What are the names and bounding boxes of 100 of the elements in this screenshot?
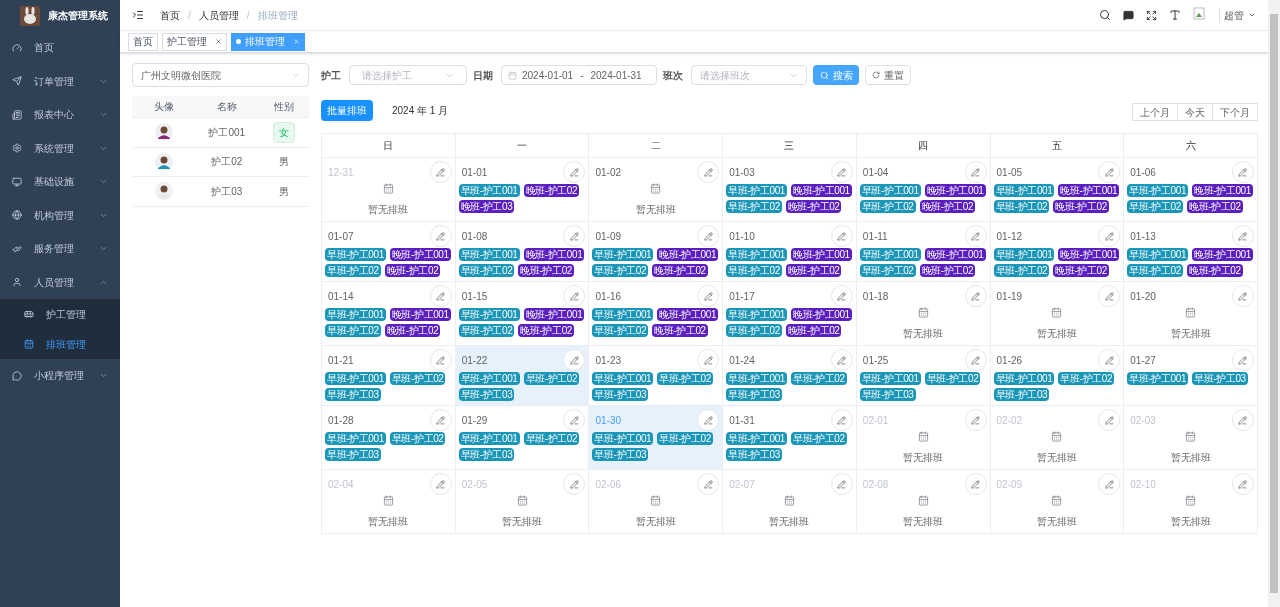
edit-button[interactable] [563,225,586,247]
edit-button[interactable] [697,409,720,431]
edit-button[interactable] [563,285,586,307]
date-range-field[interactable]: 2024-01-01 - 2024-01-31 [501,65,657,85]
day-cell[interactable]: 01-28 早班-护工001 早班-护工02 早班-护工03 [322,406,456,470]
reset-button[interactable]: 重置 [865,65,911,85]
edit-button[interactable] [1232,409,1254,431]
day-cell[interactable]: 01-04 早班-护工001 晚班-护工001 早班-护工02 晚班-护工02 [856,158,991,222]
day-cell[interactable]: 01-16 早班-护工001 晚班-护工001 早班-护工02 晚班-护工02 [589,282,724,346]
month-nav-button[interactable]: 上个月 [1132,103,1178,121]
menu-toggle-icon[interactable] [132,9,144,21]
day-cell[interactable]: 02-07 暂无排班 [723,470,857,534]
page-tab[interactable]: 护工管理 [162,32,227,51]
day-cell[interactable]: 12-31 暂无排班 [322,158,456,222]
menu-item[interactable]: 机构管理 [0,198,120,232]
day-cell[interactable]: 01-22 早班-护工001 早班-护工02 早班-护工03 [455,346,590,406]
edit-button[interactable] [830,225,853,247]
edit-button[interactable] [964,285,987,307]
edit-button[interactable] [830,409,853,431]
day-cell[interactable]: 01-03 早班-护工001 晚班-护工001 早班-护工02 晚班-护工02 [723,158,857,222]
message-icon[interactable] [1123,9,1134,21]
menu-item[interactable]: 基础设施 [0,165,120,199]
day-cell[interactable]: 01-08 早班-护工001 晚班-护工001 早班-护工02 晚班-护工02 [455,222,590,282]
menu-item[interactable]: 首页 [0,31,120,65]
day-cell[interactable]: 01-19 暂无排班 [990,282,1125,346]
day-cell[interactable]: 01-21 早班-护工001 早班-护工02 早班-护工03 [322,346,456,406]
edit-button[interactable] [964,225,987,247]
month-nav-button[interactable]: 下个月 [1212,103,1258,121]
edit-button[interactable] [964,409,987,431]
day-cell[interactable]: 01-15 早班-护工001 晚班-护工001 早班-护工02 晚班-护工02 [455,282,590,346]
menu-item[interactable]: 系统管理 [0,131,120,165]
user-name[interactable]: 超管 [1219,7,1244,23]
day-cell[interactable]: 02-04 暂无排班 [322,470,456,534]
edit-button[interactable] [429,225,452,247]
day-cell[interactable]: 01-29 早班-护工001 早班-护工02 早班-护工03 [455,406,590,470]
edit-button[interactable] [563,409,586,431]
submenu-item[interactable]: 护工管理 [0,299,120,329]
edit-button[interactable] [563,161,586,183]
edit-button[interactable] [964,161,987,183]
edit-button[interactable] [697,225,720,247]
hospital-select[interactable]: 广州文明微创医院 [132,63,309,87]
breadcrumb-item[interactable]: 人员管理 [198,7,239,23]
edit-button[interactable] [697,473,720,495]
edit-button[interactable] [830,349,853,371]
edit-button[interactable] [1098,161,1121,183]
day-cell[interactable]: 01-05 早班-护工001 晚班-护工001 早班-护工02 晚班-护工02 [990,158,1125,222]
month-nav-button[interactable]: 今天 [1177,103,1213,121]
edit-button[interactable] [429,161,452,183]
day-cell[interactable]: 02-06 暂无排班 [589,470,724,534]
edit-button[interactable] [697,285,720,307]
edit-button[interactable] [830,285,853,307]
day-cell[interactable]: 01-10 早班-护工001 晚班-护工001 早班-护工02 晚班-护工02 [723,222,857,282]
edit-button[interactable] [1232,349,1254,371]
day-cell[interactable]: 02-10 暂无排班 [1124,470,1258,534]
font-size-icon[interactable] [1169,9,1181,21]
edit-button[interactable] [1098,285,1121,307]
edit-button[interactable] [697,161,720,183]
edit-button[interactable] [1098,349,1121,371]
menu-item[interactable]: 人员管理 [0,265,120,299]
edit-button[interactable] [1232,225,1254,247]
edit-button[interactable] [429,285,452,307]
day-cell[interactable]: 01-06 早班-护工001 晚班-护工001 早班-护工02 晚班-护工02 [1124,158,1258,222]
day-cell[interactable]: 01-13 早班-护工001 晚班-护工001 早班-护工02 晚班-护工02 [1124,222,1258,282]
day-cell[interactable]: 02-05 暂无排班 [455,470,590,534]
day-cell[interactable]: 01-11 早班-护工001 晚班-护工001 早班-护工02 晚班-护工02 [856,222,991,282]
day-cell[interactable]: 01-09 早班-护工001 晚班-护工001 早班-护工02 晚班-护工02 [589,222,724,282]
menu-item[interactable]: 服务管理 [0,232,120,266]
edit-button[interactable] [429,409,452,431]
day-cell[interactable]: 02-01 暂无排班 [856,406,991,470]
day-cell[interactable]: 01-20 暂无排班 [1124,282,1258,346]
edit-button[interactable] [964,349,987,371]
breadcrumb-item[interactable]: 首页 [160,7,180,23]
fullscreen-icon[interactable] [1146,9,1157,21]
menu-item[interactable]: 订单管理 [0,64,120,98]
day-cell[interactable]: 01-07 早班-护工001 晚班-护工001 早班-护工02 晚班-护工02 [322,222,456,282]
caret-icon[interactable] [1248,11,1256,19]
day-cell[interactable]: 01-25 早班-护工001 早班-护工02 早班-护工03 [856,346,991,406]
day-cell[interactable]: 01-31 早班-护工001 早班-护工02 早班-护工03 [723,406,857,470]
search-icon[interactable] [1099,9,1111,21]
day-cell[interactable]: 02-09 暂无排班 [990,470,1125,534]
day-cell[interactable]: 01-17 早班-护工001 晚班-护工001 早班-护工02 晚班-护工02 [723,282,857,346]
edit-button[interactable] [1098,409,1121,431]
day-cell[interactable]: 02-03 暂无排班 [1124,406,1258,470]
edit-button[interactable] [429,349,452,371]
edit-button[interactable] [1232,473,1254,495]
day-cell[interactable]: 02-08 暂无排班 [856,470,991,534]
day-cell[interactable]: 01-24 早班-护工001 早班-护工02 早班-护工03 [723,346,857,406]
day-cell[interactable]: 01-23 早班-护工001 早班-护工02 早班-护工03 [589,346,724,406]
edit-button[interactable] [1098,473,1121,495]
scrollbar[interactable] [1268,0,1280,607]
edit-button[interactable] [563,349,586,371]
day-cell[interactable]: 01-02 暂无排班 [589,158,724,222]
day-cell[interactable]: 01-14 早班-护工001 晚班-护工001 早班-护工02 晚班-护工02 [322,282,456,346]
close-icon[interactable] [215,38,222,45]
edit-button[interactable] [563,473,586,495]
edit-button[interactable] [429,473,452,495]
edit-button[interactable] [697,349,720,371]
menu-item[interactable]: 小程序管理 [0,359,120,393]
edit-button[interactable] [1232,161,1254,183]
day-cell[interactable]: 01-26 早班-护工001 早班-护工02 早班-护工03 [990,346,1125,406]
